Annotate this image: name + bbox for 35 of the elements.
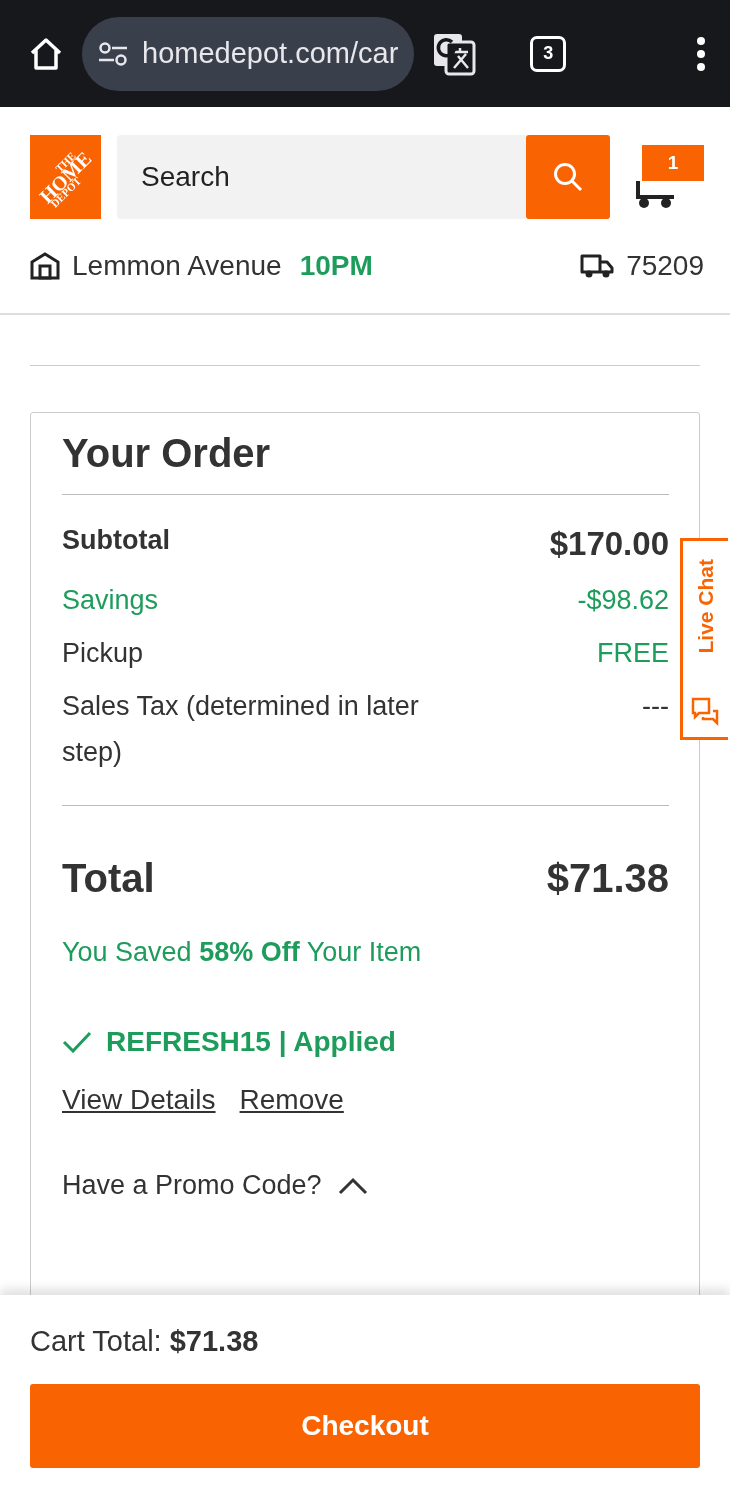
site-settings-icon[interactable] xyxy=(98,40,128,67)
total-value: $71.38 xyxy=(546,856,669,901)
search-field[interactable]: Search xyxy=(117,135,526,219)
promo-code-toggle[interactable]: Have a Promo Code? xyxy=(62,1170,368,1201)
summary-value: FREE xyxy=(597,638,669,669)
check-icon xyxy=(62,1031,92,1053)
url-bar[interactable]: homedepot.com/car xyxy=(82,16,415,91)
promo-applied-text: REFRESH15 | Applied xyxy=(106,1026,396,1058)
store-icon xyxy=(30,252,60,280)
summary-label: Pickup xyxy=(62,638,144,669)
menu-icon[interactable] xyxy=(696,36,706,71)
store-name[interactable]: Lemmon Avenue xyxy=(72,250,282,282)
promo-link[interactable]: View Details xyxy=(62,1084,216,1116)
store-hours: 10PM xyxy=(299,250,373,282)
search-icon xyxy=(552,161,584,193)
chat-icon xyxy=(690,697,721,727)
zip-code[interactable]: 75209 xyxy=(626,250,704,282)
summary-label: Sales Tax (determined in later step) xyxy=(62,690,420,769)
cart-total: Cart Total: $71.38 xyxy=(30,1325,260,1358)
savings-message: You Saved 58% Off Your Item xyxy=(62,937,423,968)
truck-icon xyxy=(580,253,615,279)
search-button[interactable] xyxy=(526,135,610,219)
tab-count[interactable]: 3 xyxy=(530,35,567,72)
summary-label: Savings xyxy=(62,585,159,616)
cart-count-badge: 1 xyxy=(642,145,704,181)
home-icon[interactable] xyxy=(28,35,64,72)
order-title: Your Order xyxy=(62,431,669,495)
total-label: Total xyxy=(62,856,155,901)
summary-value: -$98.62 xyxy=(577,585,669,616)
summary-value: --- xyxy=(642,691,669,722)
caret-icon xyxy=(337,1176,368,1195)
summary-value: $170.00 xyxy=(549,525,669,563)
promo-link[interactable]: Remove xyxy=(239,1084,344,1116)
translate-icon[interactable] xyxy=(432,31,477,76)
summary-label: Subtotal xyxy=(62,525,170,556)
